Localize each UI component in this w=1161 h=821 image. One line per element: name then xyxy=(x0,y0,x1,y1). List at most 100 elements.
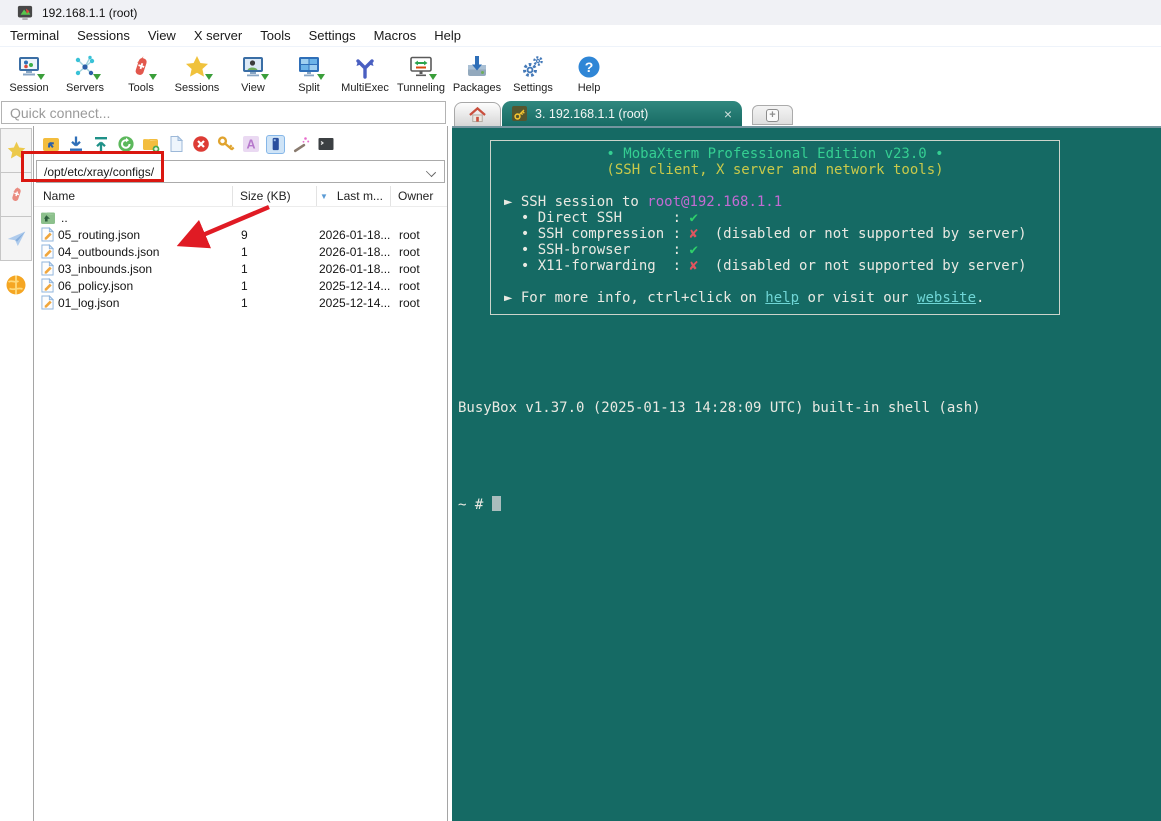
main-toolbar: Session Servers Tools Sessions View Spli… xyxy=(0,48,1161,99)
json-file-icon xyxy=(41,260,55,276)
dropdown-arrow-icon xyxy=(316,74,325,80)
new-folder-button[interactable] xyxy=(141,135,160,154)
sidebar-tab-sessions[interactable] xyxy=(0,128,32,173)
json-file-icon xyxy=(41,294,55,310)
shell-prompt: ~ # xyxy=(458,496,981,513)
tools-button[interactable]: Tools xyxy=(113,48,169,94)
column-header-name[interactable]: Name xyxy=(34,186,233,206)
title-bar: 192.168.1.1 (root) xyxy=(0,0,1161,25)
menu-settings[interactable]: Settings xyxy=(300,26,365,45)
file-row-06-policy[interactable]: 06_policy.json 1 2025-12-14... root xyxy=(34,277,447,294)
column-header-modified[interactable]: ▼ Last m... xyxy=(317,186,391,206)
column-header-size[interactable]: Size (KB) xyxy=(233,186,317,206)
gear-icon xyxy=(523,55,543,77)
window-title: 192.168.1.1 (root) xyxy=(42,5,138,20)
sidebar-globe[interactable] xyxy=(0,268,32,302)
banner-title: • MobaXterm Professional Edition v23.0 • xyxy=(606,146,944,162)
svg-text:?: ? xyxy=(585,59,594,75)
multiexec-icon xyxy=(356,58,374,79)
cross-icon: ✘ xyxy=(689,258,698,274)
delete-button[interactable] xyxy=(191,135,210,154)
dropdown-arrow-icon xyxy=(260,74,269,80)
permissions-key-button[interactable] xyxy=(216,135,235,154)
help-button[interactable]: ? Help xyxy=(561,48,617,94)
menu-help[interactable]: Help xyxy=(425,26,470,45)
file-list: .. 05_routing.json 9 2026-01-18... root … xyxy=(34,209,447,311)
sftp-toolbar: A xyxy=(34,126,447,156)
json-file-icon xyxy=(41,243,55,259)
sessions-button[interactable]: Sessions xyxy=(169,48,225,94)
status-direct-ssh: • Direct SSH : ✔ xyxy=(504,210,698,226)
session-target: root@192.168.1.1 xyxy=(647,194,783,210)
website-link[interactable]: website xyxy=(917,290,976,306)
dropdown-arrow-icon xyxy=(204,74,213,80)
chevron-down-icon[interactable] xyxy=(425,166,437,178)
star-icon xyxy=(7,141,25,159)
tunneling-button[interactable]: Tunneling xyxy=(393,48,449,94)
settings-button[interactable]: Settings xyxy=(505,48,561,94)
help-link[interactable]: help xyxy=(765,290,799,306)
servers-button[interactable]: Servers xyxy=(57,48,113,94)
menu-bar: Terminal Sessions View X server Tools Se… xyxy=(0,25,1161,47)
packages-button[interactable]: Packages xyxy=(449,48,505,94)
dropdown-arrow-icon xyxy=(148,74,157,80)
column-header-owner[interactable]: Owner xyxy=(391,186,447,206)
status-x11-forwarding: • X11-forwarding : ✘ (disabled or not su… xyxy=(504,258,1027,274)
sftp-path-value: /opt/etc/xray/configs/ xyxy=(44,164,155,179)
swiss-knife-icon xyxy=(11,186,21,201)
refresh-button[interactable] xyxy=(116,135,135,154)
wand-button[interactable] xyxy=(291,135,310,154)
download-button[interactable] xyxy=(66,135,85,154)
sftp-browser-panel: A /opt/etc/xray/configs/ Name Size (KB) … xyxy=(33,126,448,821)
dropdown-arrow-icon xyxy=(92,74,101,80)
dropdown-arrow-icon xyxy=(428,74,437,80)
new-file-button[interactable] xyxy=(166,135,185,154)
sidebar-tab-tools[interactable] xyxy=(0,172,32,217)
menu-tools[interactable]: Tools xyxy=(251,26,299,45)
terminal-cursor xyxy=(491,496,501,511)
menu-terminal[interactable]: Terminal xyxy=(1,26,68,45)
sftp-path-input[interactable]: /opt/etc/xray/configs/ xyxy=(36,160,445,183)
multiexec-button[interactable]: MultiExec xyxy=(337,48,393,94)
menu-view[interactable]: View xyxy=(139,26,185,45)
follow-terminal-folder-toggle[interactable] xyxy=(266,134,285,154)
terminal-banner-box: • MobaXterm Professional Edition v23.0 •… xyxy=(490,140,1060,315)
file-row-04-outbounds[interactable]: 04_outbounds.json 1 2026-01-18... root xyxy=(34,243,447,260)
paper-plane-icon xyxy=(7,231,25,246)
info-line: ► For more info, ctrl+click on help or v… xyxy=(504,290,985,306)
packages-icon xyxy=(468,55,486,76)
menu-x-server[interactable]: X server xyxy=(185,26,251,45)
quick-connect-input[interactable] xyxy=(1,101,446,124)
file-row-03-inbounds[interactable]: 03_inbounds.json 1 2026-01-18... root xyxy=(34,260,447,277)
sidebar-strip xyxy=(0,126,33,821)
file-row-05-routing[interactable]: 05_routing.json 9 2026-01-18... root xyxy=(34,226,447,243)
go-up-folder-button[interactable] xyxy=(41,135,60,154)
tab-close-icon[interactable]: × xyxy=(724,107,732,121)
terminal-pane[interactable]: • MobaXterm Professional Edition v23.0 •… xyxy=(452,126,1161,821)
home-icon xyxy=(469,106,486,123)
file-list-header: Name Size (KB) ▼ Last m... Owner xyxy=(34,186,447,207)
json-file-icon xyxy=(41,277,55,293)
globe-icon xyxy=(6,275,26,295)
parent-directory-row[interactable]: .. xyxy=(34,209,447,226)
menu-sessions[interactable]: Sessions xyxy=(68,26,139,45)
ssh-session-line: ► SSH session to root@192.168.1.1 xyxy=(504,194,783,210)
terminal-sync-button[interactable] xyxy=(316,135,335,154)
status-ssh-compression: • SSH compression : ✘ (disabled or not s… xyxy=(504,226,1027,242)
split-button[interactable]: Split xyxy=(281,48,337,94)
session-button[interactable]: Session xyxy=(1,48,57,94)
upload-button[interactable] xyxy=(91,135,110,154)
ssh-key-icon xyxy=(512,106,527,121)
check-icon: ✔ xyxy=(689,210,698,226)
encoding-button[interactable]: A xyxy=(241,135,260,154)
file-row-01-log[interactable]: 01_log.json 1 2025-12-14... root xyxy=(34,294,447,311)
tab-session-active[interactable]: 3. 192.168.1.1 (root) × xyxy=(502,101,742,126)
busybox-line: BusyBox v1.37.0 (2025-01-13 14:28:09 UTC… xyxy=(458,400,981,416)
view-button[interactable]: View xyxy=(225,48,281,94)
sidebar-tab-macros[interactable] xyxy=(0,216,32,261)
menu-macros[interactable]: Macros xyxy=(365,26,426,45)
banner-subtitle: (SSH client, X server and network tools) xyxy=(606,162,944,178)
new-tab-button[interactable]: + xyxy=(752,105,793,125)
svg-text:A: A xyxy=(246,138,255,152)
tab-home[interactable] xyxy=(454,102,501,126)
